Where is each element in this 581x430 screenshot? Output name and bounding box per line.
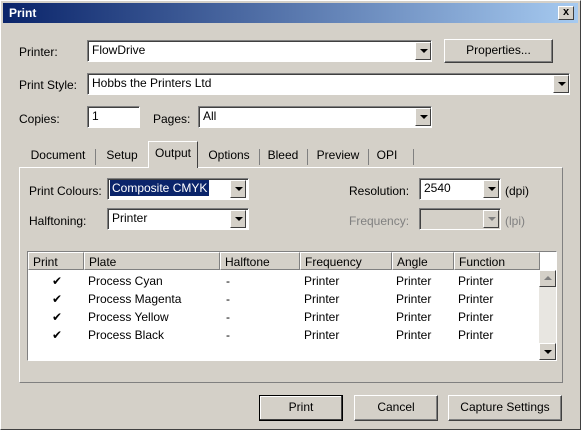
cancel-button[interactable]: Cancel — [354, 395, 438, 421]
print-colours-value: Composite CMYK — [110, 180, 210, 196]
tab-divider — [259, 149, 260, 165]
print-check[interactable]: ✔ — [52, 274, 62, 288]
tab-preview[interactable]: Preview — [310, 145, 366, 167]
printer-label: Printer: — [19, 45, 58, 59]
frequency-dropdown-button — [483, 210, 499, 228]
printer-select[interactable]: FlowDrive — [87, 40, 432, 62]
tab-options[interactable]: Options — [201, 145, 257, 167]
plate-frequency: Printer — [304, 292, 340, 306]
column-header-print[interactable]: Print — [28, 252, 84, 270]
print-colours-select[interactable]: Composite CMYK — [107, 178, 249, 200]
properties-button[interactable]: Properties... — [444, 39, 553, 63]
print-colours-dropdown-button[interactable] — [230, 180, 246, 198]
plate-frequency: Printer — [304, 328, 340, 342]
resolution-unit: (dpi) — [505, 184, 530, 198]
tab-divider — [307, 149, 308, 165]
title-bar[interactable]: Print x — [3, 3, 578, 23]
print-dialog: Print x Printer: FlowDrive Properties...… — [0, 0, 581, 430]
plate-name: Process Black — [88, 328, 165, 342]
plate-name: Process Cyan — [88, 274, 163, 288]
print-check[interactable]: ✔ — [52, 310, 62, 324]
tab-divider — [413, 149, 414, 165]
print-check[interactable]: ✔ — [52, 292, 62, 306]
tab-document[interactable]: Document — [23, 145, 93, 167]
print-style-dropdown-button[interactable] — [553, 75, 569, 93]
halftoning-select[interactable]: Printer — [107, 208, 249, 230]
copies-label: Copies: — [19, 112, 60, 126]
plate-angle: Printer — [396, 292, 432, 306]
resolution-dropdown-button[interactable] — [483, 180, 499, 198]
column-header-frequency[interactable]: Frequency — [300, 252, 392, 270]
frequency-unit: (lpi) — [505, 214, 525, 228]
tab-bleed[interactable]: Bleed — [262, 145, 304, 167]
column-header-halftone[interactable]: Halftone — [220, 252, 300, 270]
column-header-function[interactable]: Function — [454, 252, 540, 270]
scroll-up-button[interactable] — [539, 270, 556, 287]
plate-name: Process Yellow — [88, 310, 169, 324]
plate-name: Process Magenta — [88, 292, 182, 306]
plate-halftone: - — [226, 310, 230, 324]
pages-label: Pages: — [153, 112, 191, 126]
plate-frequency: Printer — [304, 310, 340, 324]
tab-setup[interactable]: Setup — [98, 145, 146, 167]
print-button[interactable]: Print — [259, 395, 343, 421]
plate-function: Printer — [458, 274, 494, 288]
tab-divider — [368, 149, 369, 165]
column-header-angle[interactable]: Angle — [392, 252, 454, 270]
close-button[interactable]: x — [558, 6, 574, 20]
plate-halftone: - — [226, 292, 230, 306]
pages-select[interactable]: All — [198, 106, 432, 128]
plates-vertical-scrollbar[interactable] — [539, 270, 556, 360]
halftoning-label: Halftoning: — [29, 214, 87, 228]
tab-opi[interactable]: OPI — [371, 145, 403, 167]
frequency-label: Frequency: — [349, 214, 410, 228]
halftoning-dropdown-button[interactable] — [230, 210, 246, 228]
plate-halftone: - — [226, 328, 230, 342]
plate-function: Printer — [458, 328, 494, 342]
capture-settings-button[interactable]: Capture Settings — [448, 395, 562, 421]
scroll-down-button[interactable] — [539, 343, 556, 360]
column-header-plate[interactable]: Plate — [84, 252, 220, 270]
plate-angle: Printer — [396, 274, 432, 288]
plate-frequency: Printer — [304, 274, 340, 288]
plate-function: Printer — [458, 310, 494, 324]
printer-dropdown-button[interactable] — [415, 42, 431, 60]
plate-angle: Printer — [396, 310, 432, 324]
resolution-label: Resolution: — [349, 184, 410, 198]
dialog-title: Print — [9, 6, 37, 20]
print-style-label: Print Style: — [19, 78, 78, 92]
plate-halftone: - — [226, 274, 230, 288]
tab-divider — [95, 149, 96, 165]
plate-angle: Printer — [396, 328, 432, 342]
print-colours-label: Print Colours: — [29, 184, 102, 198]
print-check[interactable]: ✔ — [52, 328, 62, 342]
pages-dropdown-button[interactable] — [415, 108, 431, 126]
tab-output[interactable]: Output — [148, 141, 198, 168]
copies-input[interactable]: 1 — [87, 106, 140, 128]
print-style-select[interactable]: Hobbs the Printers Ltd — [87, 73, 570, 95]
plates-list[interactable]: Print Plate Halftone Frequency Angle Fun… — [27, 251, 557, 361]
plate-function: Printer — [458, 292, 494, 306]
